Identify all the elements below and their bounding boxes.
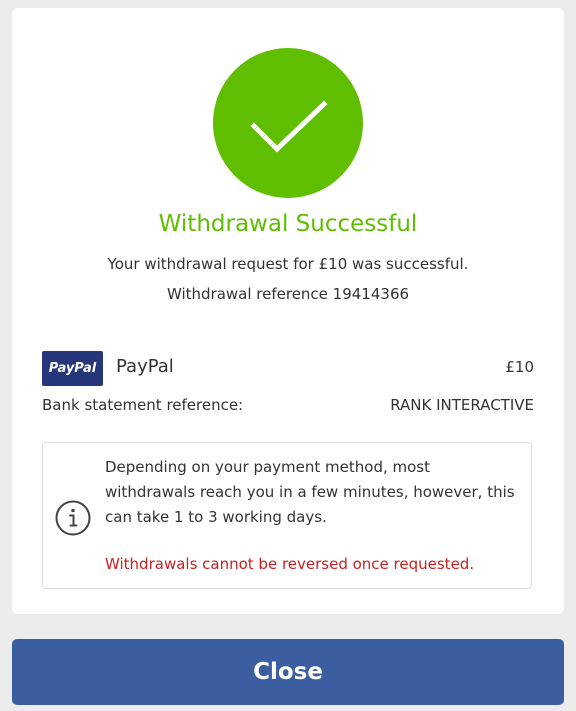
payment-method-name: PayPal <box>116 356 174 377</box>
statement-reference-label: Bank statement reference: <box>42 396 244 414</box>
withdrawal-reference: Withdrawal reference 19414366 <box>166 285 410 303</box>
close-button[interactable]: Close <box>12 639 564 705</box>
statement-reference-value: RANK INTERACTIVE <box>390 396 534 414</box>
success-message: Your withdrawal request for £10 was succ… <box>107 255 469 273</box>
success-title: Withdrawal Successful <box>158 211 418 237</box>
processing-time-notice: Depending on your payment method, most w… <box>105 458 515 526</box>
irreversible-warning: Withdrawals cannot be reversed once requ… <box>105 555 475 573</box>
withdrawal-amount: £10 <box>505 358 534 376</box>
info-icon <box>55 500 91 536</box>
withdrawal-success-card: Withdrawal Successful Your withdrawal re… <box>12 8 564 614</box>
checkmark-icon <box>250 100 328 153</box>
paypal-logo: PayPal <box>42 351 103 386</box>
success-badge <box>213 48 363 198</box>
info-notice: Depending on your payment method, most w… <box>42 442 532 589</box>
